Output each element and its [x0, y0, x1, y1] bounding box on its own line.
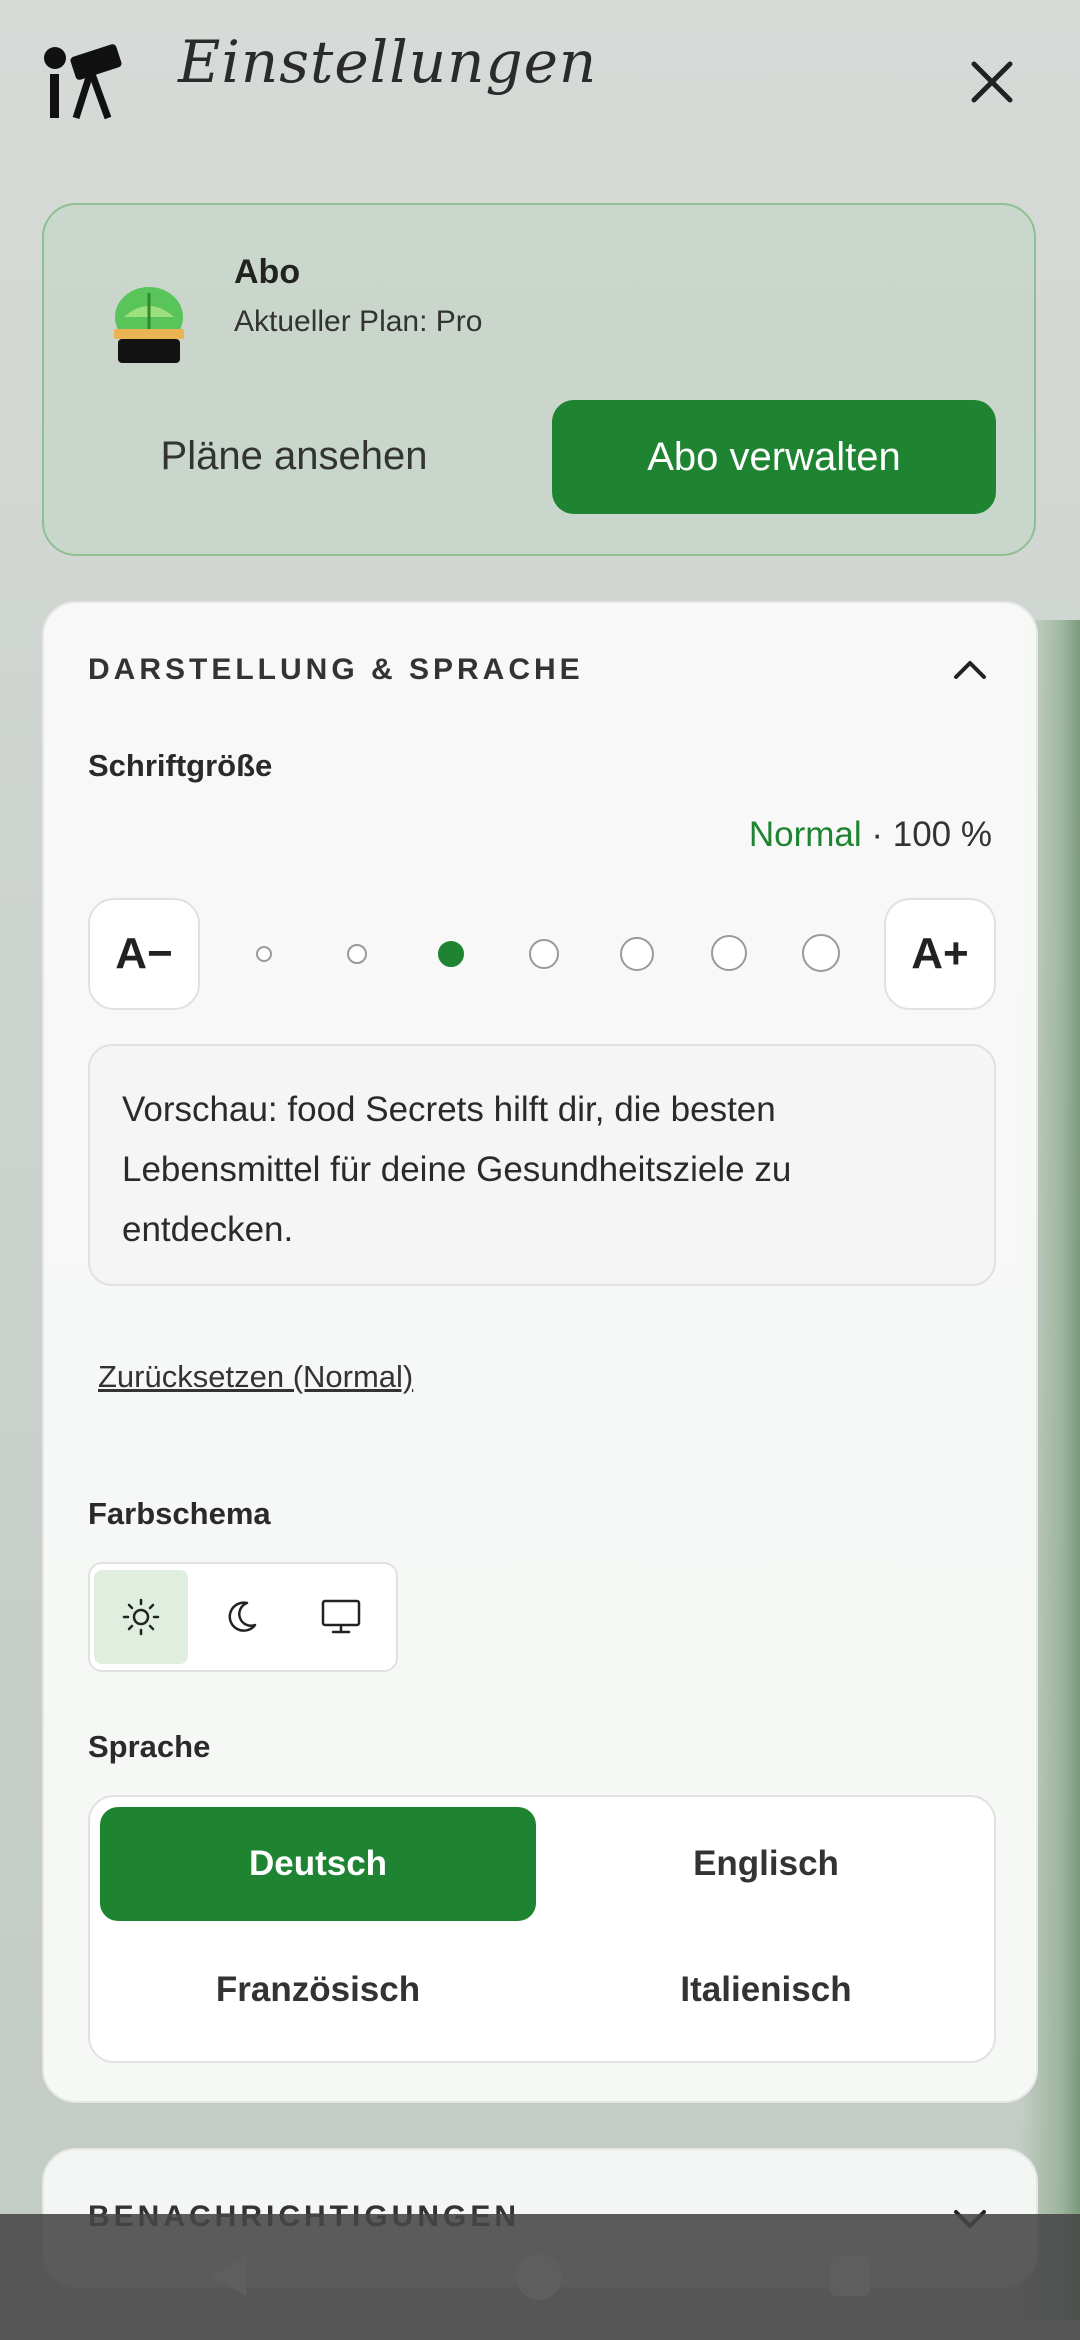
font-size-label: Schriftgröße: [88, 748, 273, 783]
font-size-step[interactable]: [347, 944, 367, 964]
system-mode-button[interactable]: [294, 1570, 388, 1664]
manage-subscription-button[interactable]: Abo verwalten: [552, 400, 996, 514]
language-option-franzoesisch[interactable]: Französisch: [100, 1933, 536, 2047]
light-mode-button[interactable]: [94, 1570, 188, 1664]
sun-icon: [122, 1598, 160, 1636]
font-size-step[interactable]: [620, 937, 654, 971]
font-size-decrease-button[interactable]: A−: [88, 898, 200, 1010]
current-plan-text: Aktueller Plan: Pro: [234, 305, 483, 338]
system-navigation-bar: [0, 2214, 1080, 2340]
color-scheme-label: Farbschema: [88, 1496, 271, 1531]
header: Einstellungen: [0, 0, 1080, 170]
home-icon[interactable]: [516, 2254, 562, 2300]
plant-pot-icon: [114, 287, 184, 363]
language-option-italienisch[interactable]: Italienisch: [548, 1933, 984, 2047]
reset-font-size-link[interactable]: Zurücksetzen (Normal): [98, 1359, 413, 1395]
font-size-step-selected[interactable]: [438, 941, 464, 967]
close-icon[interactable]: [962, 52, 1022, 112]
font-size-status: Normal · 100 %: [749, 815, 992, 855]
back-icon[interactable]: [206, 2252, 250, 2300]
font-size-step[interactable]: [529, 939, 559, 969]
language-option-englisch[interactable]: Englisch: [548, 1807, 984, 1921]
section-title-appearance: DARSTELLUNG & SPRACHE: [88, 653, 584, 686]
page-title: Einstellungen: [178, 28, 598, 96]
view-plans-button[interactable]: Pläne ansehen: [104, 400, 484, 512]
font-size-increase-button[interactable]: A+: [884, 898, 996, 1010]
font-preview-box: Vorschau: food Secrets hilft dir, die be…: [88, 1044, 996, 1286]
chevron-up-icon[interactable]: [948, 649, 992, 689]
font-size-step[interactable]: [256, 946, 272, 962]
subscription-title: Abo: [234, 253, 301, 291]
telescope-logo-icon: [44, 44, 122, 120]
subscription-card: Abo Aktueller Plan: Pro Pläne ansehen Ab…: [42, 203, 1036, 556]
color-scheme-selector: [88, 1562, 398, 1672]
dark-mode-button[interactable]: [194, 1570, 288, 1664]
moon-icon: [228, 1601, 257, 1632]
font-size-status-name: Normal: [748, 815, 862, 854]
language-label: Sprache: [88, 1729, 211, 1764]
language-option-deutsch[interactable]: Deutsch: [100, 1807, 536, 1921]
appearance-language-panel: DARSTELLUNG & SPRACHE Schriftgröße Norma…: [42, 601, 1038, 2103]
language-selector: Deutsch Englisch Französisch Italienisch: [88, 1795, 996, 2063]
font-size-status-value: · 100 %: [871, 815, 992, 854]
monitor-icon: [321, 1599, 361, 1634]
font-size-step[interactable]: [802, 934, 840, 972]
font-size-step[interactable]: [711, 935, 747, 971]
recent-apps-icon[interactable]: [830, 2256, 870, 2296]
